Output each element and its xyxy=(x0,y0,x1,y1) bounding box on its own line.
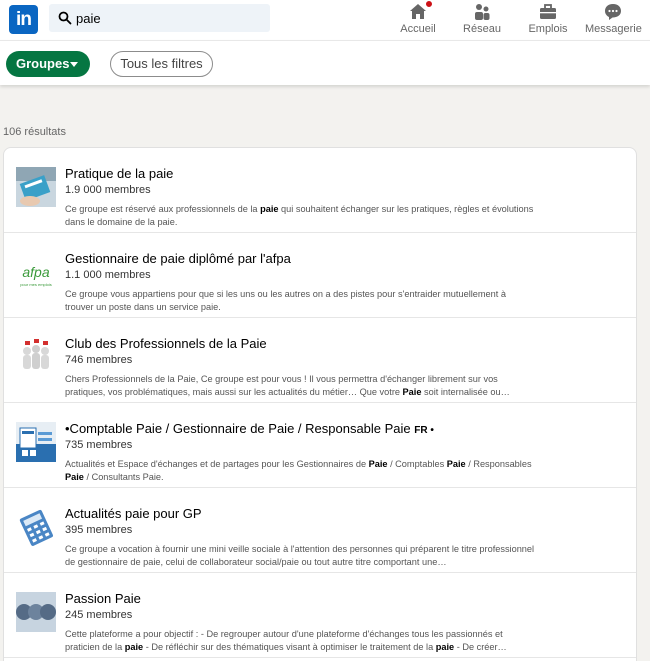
group-members: 746 membres xyxy=(65,354,133,366)
nav-accueil[interactable]: Accueil xyxy=(398,0,438,40)
nav-messagerie[interactable]: Messagerie xyxy=(585,0,642,40)
group-logo xyxy=(16,422,56,462)
nav-emplois-label: Emplois xyxy=(528,23,568,35)
filter-bar: Groupes Tous les filtres xyxy=(0,40,650,85)
list-item[interactable]: afpa pour mes emplois Gestionnaire de pa… xyxy=(4,233,636,318)
nav-messagerie-label: Messagerie xyxy=(585,23,642,35)
afpa-logo-text: afpa xyxy=(22,264,49,280)
group-members: 1.9 000 membres xyxy=(65,184,151,196)
results-list: Pratique de la paie 1.9 000 membres Ce g… xyxy=(3,147,637,661)
result-count: 106 résultats xyxy=(3,126,66,138)
notification-badge xyxy=(424,0,434,9)
group-title[interactable]: Actualités paie pour GP xyxy=(65,506,202,521)
network-icon xyxy=(472,2,492,22)
group-members: 395 membres xyxy=(65,524,133,536)
groupes-filter-button[interactable]: Groupes xyxy=(6,51,90,77)
list-item[interactable]: Actualités paie pour GP 395 membres Ce g… xyxy=(4,488,636,573)
group-description: Ce groupe a vocation à fournir une mini … xyxy=(65,544,535,567)
nav-accueil-label: Accueil xyxy=(400,23,436,35)
group-title[interactable]: •Comptable Paie / Gestionnaire de Paie /… xyxy=(65,421,434,436)
nav-reseau-label: Réseau xyxy=(463,23,501,35)
all-filters-button[interactable]: Tous les filtres xyxy=(110,51,213,77)
group-members: 245 membres xyxy=(65,609,133,621)
home-icon xyxy=(408,0,434,22)
nav-emplois[interactable]: Emplois xyxy=(526,0,570,40)
list-item[interactable]: •Comptable Paie / Gestionnaire de Paie /… xyxy=(4,403,636,488)
calculator-logo xyxy=(16,507,56,547)
list-item[interactable]: Club des Professionnels de la Paie 746 m… xyxy=(4,318,636,403)
group-description: Cette plateforme a pour objectif : - De … xyxy=(65,629,507,652)
group-logo xyxy=(16,337,56,377)
list-item[interactable]: Passion Paie 245 membres Cette plateform… xyxy=(4,573,636,658)
group-logo xyxy=(16,592,56,632)
group-description: Chers Professionnels de la Paie, Ce grou… xyxy=(65,374,510,397)
linkedin-logo[interactable]: in xyxy=(9,5,38,34)
briefcase-icon xyxy=(538,2,558,22)
group-title[interactable]: Gestionnaire de paie diplômé par l'afpa xyxy=(65,251,291,266)
afpa-tagline-text: pour mes emplois xyxy=(20,282,52,287)
groupes-filter-label: Groupes xyxy=(16,56,70,71)
list-item[interactable]: Pratique de la paie 1.9 000 membres Ce g… xyxy=(4,148,636,233)
search-icon xyxy=(58,11,72,25)
group-title[interactable]: Club des Professionnels de la Paie xyxy=(65,336,267,351)
group-description: Ce groupe vous appartiens pour que si le… xyxy=(65,289,506,312)
caret-down-icon xyxy=(70,62,78,67)
top-nav: in paie Accueil Réseau Emplois Messageri… xyxy=(0,0,650,40)
search-box[interactable]: paie xyxy=(49,4,270,32)
group-description: Actualités et Espace d'échanges et de pa… xyxy=(65,459,532,482)
group-description: Ce groupe est réservé aux professionnels… xyxy=(65,204,534,227)
message-icon xyxy=(603,2,623,22)
group-logo xyxy=(16,167,56,207)
nav-reseau[interactable]: Réseau xyxy=(462,0,502,40)
group-title-suffix: FR • xyxy=(414,425,434,436)
group-members: 735 membres xyxy=(65,439,133,451)
search-input[interactable]: paie xyxy=(76,11,101,26)
group-title[interactable]: Passion Paie xyxy=(65,591,141,606)
group-title[interactable]: Pratique de la paie xyxy=(65,166,173,181)
group-members: 1.1 000 membres xyxy=(65,269,151,281)
afpa-logo: afpa pour mes emplois xyxy=(16,252,56,292)
